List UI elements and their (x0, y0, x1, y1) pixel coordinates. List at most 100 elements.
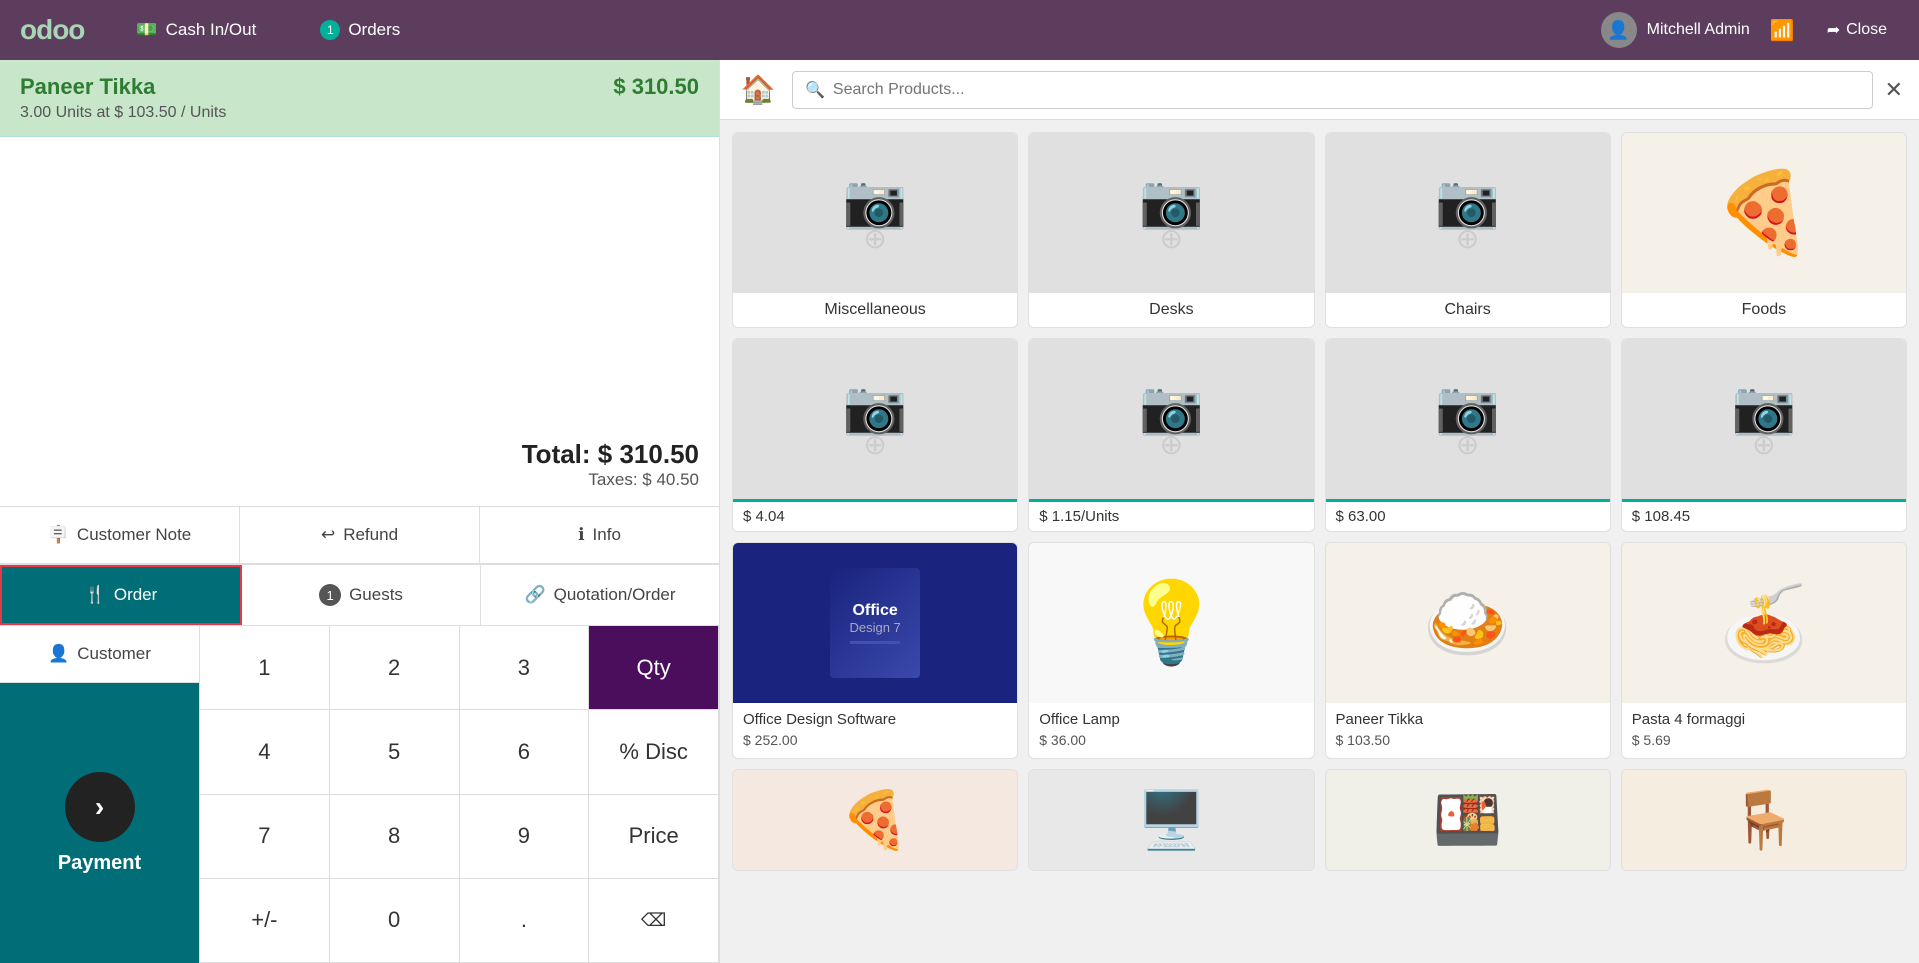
office-lamp-price: $ 36.00 (1029, 730, 1313, 758)
pasta-name: Pasta 4 formaggi (1622, 703, 1906, 730)
action-buttons-row1: 🪧 Customer Note ↩ Refund ℹ Info (0, 506, 719, 564)
product-row2-2[interactable]: 📷 ⊕ $ 1.15/Units (1028, 338, 1314, 532)
key-5[interactable]: 5 (330, 710, 460, 794)
fork-icon: 🍴 (85, 585, 106, 605)
search-input-wrap[interactable]: 🔍 (792, 71, 1873, 109)
product-row2-1[interactable]: 📷 ⊕ $ 4.04 (732, 338, 1018, 532)
paneer-tikka-name: Paneer Tikka (1326, 703, 1610, 730)
home-icon: 🏠 (741, 73, 776, 106)
product-pasta[interactable]: 🍝 Pasta 4 formaggi $ 5.69 (1621, 542, 1907, 759)
key-backspace[interactable]: ⌫ (589, 879, 719, 963)
office-software-name: Office Design Software (733, 703, 1017, 730)
key-price[interactable]: Price (589, 795, 719, 879)
miscellaneous-image: 📷 ⊕ (733, 133, 1017, 293)
product-price-r2-3: $ 63.00 (1326, 499, 1610, 531)
product-paneer-tikka[interactable]: 🍛 Paneer Tikka $ 103.50 (1325, 542, 1611, 759)
home-button[interactable]: 🏠 (736, 68, 780, 112)
refund-button[interactable]: ↩ Refund (240, 507, 480, 563)
link-icon: 🔗 (524, 585, 545, 605)
search-input[interactable] (833, 81, 1860, 99)
order-label: Order (114, 585, 157, 605)
customer-note-label: Customer Note (77, 525, 191, 545)
refund-icon: ↩ (321, 525, 335, 545)
search-icon: 🔍 (805, 80, 825, 100)
customer-note-button[interactable]: 🪧 Customer Note (0, 507, 240, 563)
product-row4-4[interactable]: 🪑 (1621, 769, 1907, 871)
product-price-r2-2: $ 1.15/Units (1029, 499, 1313, 531)
product-row2-3[interactable]: 📷 ⊕ $ 63.00 (1325, 338, 1611, 532)
product-office-software[interactable]: Office Design 7 Office Design Software $… (732, 542, 1018, 759)
order-item-row[interactable]: Paneer Tikka $ 310.50 3.00 Units at $ 10… (0, 60, 719, 137)
product-price-r2-1: $ 4.04 (733, 499, 1017, 531)
desks-image: 📷 ⊕ (1029, 133, 1313, 293)
office-software-image: Office Design 7 (733, 543, 1017, 703)
desks-label: Desks (1029, 293, 1313, 327)
user-info: 👤 Mitchell Admin (1601, 12, 1750, 48)
product-row4-2[interactable]: 🖥️ (1028, 769, 1314, 871)
orders-badge: 1 (320, 20, 340, 40)
key-7[interactable]: 7 (200, 795, 330, 879)
guests-badge: 1 (319, 584, 341, 606)
payment-arrow: › (65, 772, 135, 842)
key-3[interactable]: 3 (460, 626, 590, 710)
product-row4-1[interactable]: 🍕 (732, 769, 1018, 871)
key-9[interactable]: 9 (460, 795, 590, 879)
paneer-tikka-image: 🍛 (1326, 543, 1610, 703)
key-pct-disc[interactable]: % Disc (589, 710, 719, 794)
product-img-r4-4: 🪑 (1622, 770, 1906, 870)
key-dot[interactable]: . (460, 879, 590, 963)
cash-in-out-button[interactable]: 💵 Cash In/Out (124, 14, 268, 46)
key-qty[interactable]: Qty (589, 626, 719, 710)
action-buttons-row2: 🍴 Order 1 Guests 🔗 Quotation/Order (0, 564, 719, 626)
foods-label: Foods (1622, 293, 1906, 327)
info-icon: ℹ (578, 525, 584, 545)
refund-label: Refund (343, 525, 398, 545)
foods-image: 🍕 (1622, 133, 1906, 293)
office-lamp-image: 💡 (1029, 543, 1313, 703)
category-chairs[interactable]: 📷 ⊕ Chairs (1325, 132, 1611, 328)
category-foods[interactable]: 🍕 Foods (1621, 132, 1907, 328)
key-1[interactable]: 1 (200, 626, 330, 710)
guests-button[interactable]: 1 Guests (242, 565, 481, 625)
office-software-price: $ 252.00 (733, 730, 1017, 758)
pasta-image: 🍝 (1622, 543, 1906, 703)
search-bar: 🏠 🔍 ✕ (720, 60, 1919, 120)
info-label: Info (593, 525, 621, 545)
quotation-order-label: Quotation/Order (554, 585, 676, 605)
order-button[interactable]: 🍴 Order (0, 565, 242, 625)
key-8[interactable]: 8 (330, 795, 460, 879)
close-icon: ➦ (1827, 20, 1840, 40)
product-price-r2-4: $ 108.45 (1622, 499, 1906, 531)
key-6[interactable]: 6 (460, 710, 590, 794)
product-grid: 📷 ⊕ Miscellaneous 📷 ⊕ Desks (720, 120, 1919, 963)
customer-button[interactable]: 👤 Customer (0, 626, 199, 683)
product-img-r4-3: 🍱 (1326, 770, 1610, 870)
order-item-name: Paneer Tikka (20, 74, 155, 100)
product-row2-4[interactable]: 📷 ⊕ $ 108.45 (1621, 338, 1907, 532)
product-office-lamp[interactable]: 💡 Office Lamp $ 36.00 (1028, 542, 1314, 759)
key-plusminus[interactable]: +/- (200, 879, 330, 963)
key-2[interactable]: 2 (330, 626, 460, 710)
info-button[interactable]: ℹ Info (480, 507, 719, 563)
paneer-tikka-price: $ 103.50 (1326, 730, 1610, 758)
close-button[interactable]: ➦ Close (1815, 14, 1899, 46)
close-search-button[interactable]: ✕ (1885, 77, 1903, 103)
category-miscellaneous[interactable]: 📷 ⊕ Miscellaneous (732, 132, 1018, 328)
key-0[interactable]: 0 (330, 879, 460, 963)
product-img-r2-4: 📷 ⊕ (1622, 339, 1906, 499)
right-panel: 🏠 🔍 ✕ 📷 ⊕ Miscellaneous (720, 60, 1919, 963)
tax-line: Taxes: $ 40.50 (20, 470, 699, 490)
payment-section[interactable]: › Payment (0, 683, 199, 963)
category-desks[interactable]: 📷 ⊕ Desks (1028, 132, 1314, 328)
note-icon: 🪧 (48, 525, 69, 545)
product-row4-3[interactable]: 🍱 (1325, 769, 1611, 871)
customer-icon: 👤 (48, 644, 69, 664)
product-img-r4-2: 🖥️ (1029, 770, 1313, 870)
quotation-order-button[interactable]: 🔗 Quotation/Order (481, 565, 719, 625)
cash-icon: 💵 (136, 20, 157, 40)
pasta-price: $ 5.69 (1622, 730, 1906, 758)
product-img-r2-2: 📷 ⊕ (1029, 339, 1313, 499)
main-layout: Paneer Tikka $ 310.50 3.00 Units at $ 10… (0, 60, 1919, 963)
orders-button[interactable]: 1 Orders (308, 14, 412, 46)
key-4[interactable]: 4 (200, 710, 330, 794)
